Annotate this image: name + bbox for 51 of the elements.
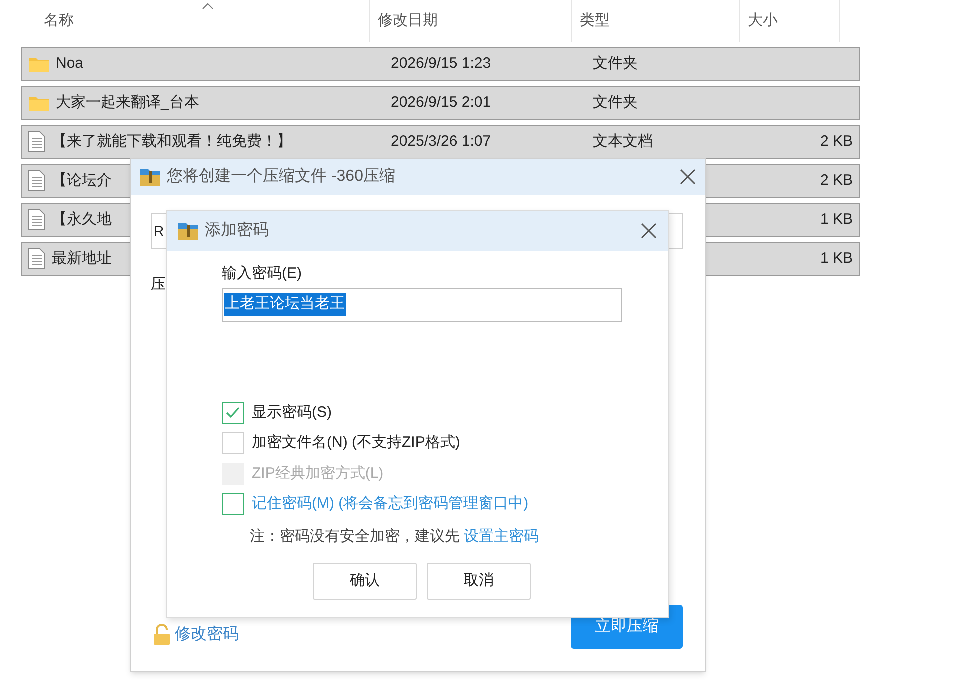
modified-date: 2025/3/26 1:07 [391, 132, 492, 150]
file-name: 大家一起来翻译_台本 [56, 92, 200, 113]
option-label: ZIP经典加密方式(L) [252, 464, 384, 484]
column-header[interactable]: 类型 [580, 10, 610, 32]
document-icon [28, 248, 46, 270]
file-name: 【论坛介 [52, 170, 112, 191]
checkbox[interactable] [222, 402, 244, 424]
file-type: 文件夹 [593, 94, 638, 111]
change-password-link[interactable]: 修改密码 [175, 623, 239, 647]
password-label: 输入密码(E) [222, 264, 303, 284]
file-name: 最新地址 [52, 248, 112, 269]
document-icon [28, 209, 46, 231]
file-size: 1 KB [820, 250, 853, 267]
checkmark-icon [225, 404, 241, 421]
dialog-button[interactable]: 确认 [313, 563, 417, 600]
file-name: Noa [56, 54, 84, 74]
modified-date: 2026/9/15 2:01 [391, 94, 492, 111]
dialog-button[interactable]: 取消 [427, 563, 531, 600]
window-title: 您将创建一个压缩文件 -360压缩 [167, 166, 396, 187]
file-size: 2 KB [820, 132, 853, 150]
file-size: 2 KB [820, 172, 853, 189]
file-name: 【永久地 [52, 210, 112, 230]
folder-icon [28, 55, 50, 73]
password-field[interactable]: 上老王论坛当老王 [222, 288, 622, 322]
file-row[interactable]: 大家一起来翻译_台本 2026/9/15 2:01 文件夹 [21, 86, 860, 120]
dialog-title: 添加密码 [205, 220, 270, 241]
option-label: 显示密码(S) [252, 402, 332, 422]
archive-icon [177, 221, 199, 241]
checkbox[interactable] [222, 432, 244, 454]
file-row[interactable]: Noa 2026/9/15 1:23 文件夹 [21, 47, 860, 81]
column-header[interactable]: 名称 [44, 10, 74, 32]
archive-icon [139, 167, 161, 187]
column-header[interactable]: 大小 [748, 10, 778, 32]
column-header[interactable]: 修改日期 [378, 10, 438, 32]
note-text: 注：密码没有安全加密，建议先 [250, 528, 460, 544]
file-name: 【来了就能下载和观看！纯免费！】 [52, 132, 292, 152]
document-icon [28, 131, 46, 153]
file-type: 文本文档 [593, 132, 653, 150]
lock-icon [153, 624, 171, 646]
close-icon[interactable] [640, 222, 658, 240]
file-row[interactable]: 【来了就能下载和观看！纯免费！】 2025/3/26 1:07 文本文档 2 KB [21, 125, 860, 159]
file-type: 文件夹 [593, 54, 638, 72]
folder-icon [28, 94, 50, 112]
modified-date: 2026/9/15 1:23 [391, 54, 492, 72]
option-label: 加密文件名(N) (不支持ZIP格式) [252, 433, 460, 453]
option-label: 记住密码(M) (将会备忘到密码管理窗口中) [252, 494, 529, 514]
field-label: 压 [151, 276, 166, 293]
file-size: 1 KB [820, 210, 853, 228]
close-icon[interactable] [679, 168, 697, 186]
document-icon [28, 170, 46, 192]
checkbox[interactable] [222, 493, 244, 516]
